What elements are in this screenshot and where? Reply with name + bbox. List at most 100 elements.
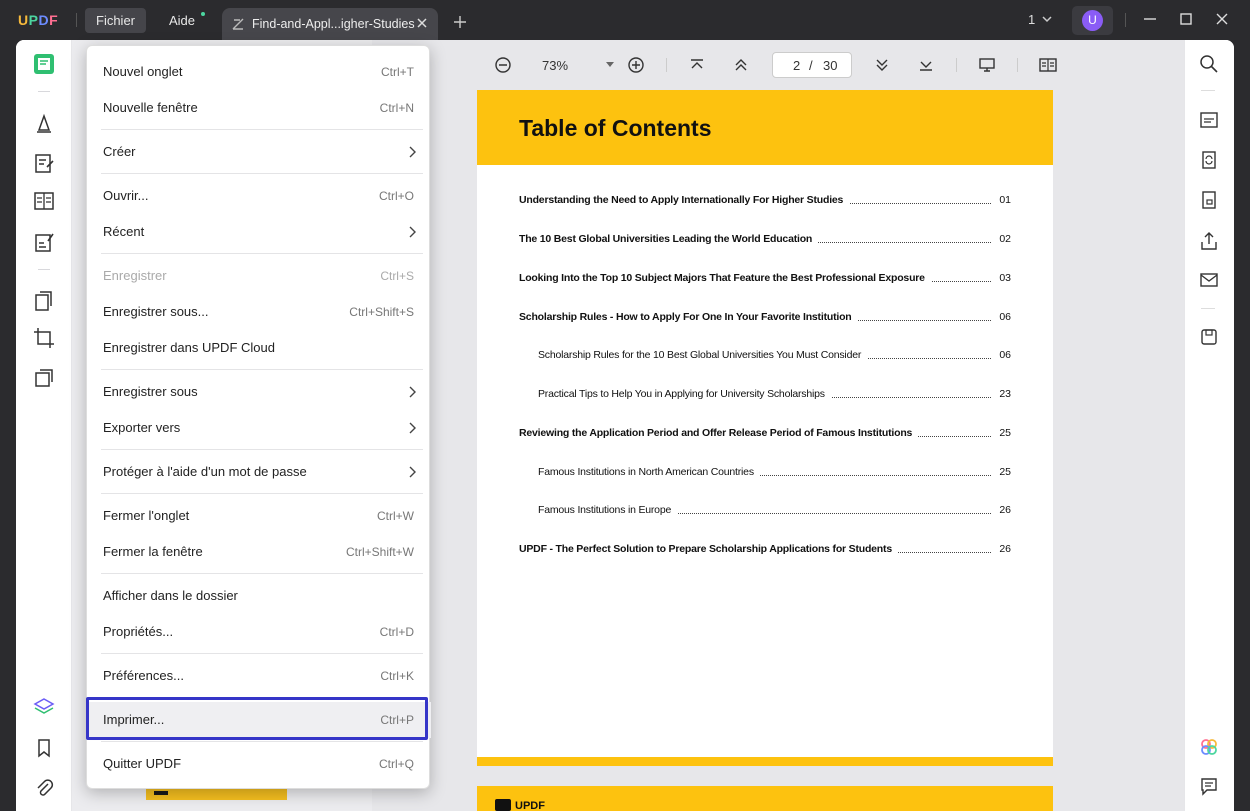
menu-item-quit[interactable]: Quitter UPDF Ctrl+Q: [87, 746, 431, 782]
previous-page-icon[interactable]: [732, 56, 750, 74]
menu-item-create[interactable]: Créer: [87, 134, 431, 170]
minimize-icon[interactable]: [1143, 12, 1157, 26]
close-icon[interactable]: [415, 16, 429, 30]
divider: [38, 269, 50, 270]
toc-subentry[interactable]: Famous Institutions in North American Co…: [538, 466, 1011, 480]
ocr-icon[interactable]: [1199, 110, 1219, 130]
divider: [38, 91, 50, 92]
page-separator: /: [809, 58, 813, 73]
chevron-right-icon: [409, 466, 416, 478]
menu-item-recent[interactable]: Récent: [87, 214, 431, 250]
toc-subentry[interactable]: Famous Institutions in Europe 26: [538, 504, 1011, 518]
document-area: 73% 2 / 30 Table of Contents Understandi…: [372, 40, 1184, 811]
page-footer-bar: [477, 757, 1053, 766]
menu-item-save-as-sub[interactable]: Enregistrer sous: [87, 374, 431, 410]
page-display-icon[interactable]: [1039, 56, 1057, 74]
pdf-page: Table of Contents Understanding the Need…: [477, 90, 1053, 766]
page-thumbnail[interactable]: [146, 788, 287, 800]
menu-aide[interactable]: Aide: [158, 8, 206, 33]
menu-item-open[interactable]: Ouvrir... Ctrl+O: [87, 178, 431, 214]
zoom-level[interactable]: 73%: [542, 58, 568, 73]
divider: [1017, 58, 1018, 72]
next-page-logo: UPDF: [495, 799, 545, 811]
menu-item-export[interactable]: Exporter vers: [87, 410, 431, 446]
menu-item-protect[interactable]: Protéger à l'aide d'un mot de passe: [87, 454, 431, 490]
layers-icon[interactable]: [33, 696, 55, 718]
divider: [101, 741, 423, 742]
menu-item-new-window[interactable]: Nouvelle fenêtre Ctrl+N: [87, 90, 431, 126]
divider: [956, 58, 957, 72]
search-icon[interactable]: [1199, 54, 1219, 74]
total-pages: 30: [823, 58, 838, 73]
zoom-in-icon[interactable]: [627, 56, 645, 74]
divider: [1201, 90, 1215, 91]
page-number-field[interactable]: 2 / 30: [772, 52, 852, 78]
page-layout-icon[interactable]: [33, 190, 55, 212]
organize-pages-icon[interactable]: [33, 290, 55, 312]
convert-icon[interactable]: [1199, 150, 1219, 170]
edit-pdf-icon[interactable]: [33, 152, 55, 174]
chevron-down-icon[interactable]: [1041, 13, 1053, 25]
share-icon[interactable]: [1199, 231, 1219, 251]
menu-item-save-to-cloud[interactable]: Enregistrer dans UPDF Cloud: [87, 330, 431, 366]
file-menu: Nouvel onglet Ctrl+T Nouvelle fenêtre Ctrl…: [86, 45, 431, 789]
menu-item-show-in-folder[interactable]: Afficher dans le dossier: [87, 578, 431, 614]
comment-icon[interactable]: [33, 112, 55, 134]
comments-panel-icon[interactable]: [1199, 776, 1219, 796]
divider: [1201, 308, 1215, 309]
zoom-dropdown-icon[interactable]: [606, 62, 614, 67]
protect-icon[interactable]: [1199, 190, 1219, 210]
reader-icon[interactable]: [33, 53, 55, 75]
batch-icon[interactable]: [33, 367, 55, 389]
toc-subentry[interactable]: Scholarship Rules for the 10 Best Global…: [538, 349, 1011, 363]
thumbnail-logo: [154, 791, 168, 795]
toc-entry[interactable]: Scholarship Rules - How to Apply For One…: [519, 311, 1011, 325]
account-button[interactable]: U: [1072, 6, 1113, 35]
toc-subentry[interactable]: Practical Tips to Help You in Applying f…: [538, 388, 1011, 402]
toc-entry[interactable]: UPDF - The Perfect Solution to Prepare S…: [519, 543, 1011, 557]
updf-logo: UPDF: [18, 12, 59, 28]
menu-fichier[interactable]: Fichier: [85, 8, 147, 33]
tab-title: Find-and-Appl...igher-Studies: [252, 17, 415, 31]
chevron-right-icon: [409, 146, 416, 158]
next-page-icon[interactable]: [873, 56, 891, 74]
plus-icon[interactable]: [452, 14, 468, 30]
toc-entry[interactable]: Looking Into the Top 10 Subject Majors T…: [519, 272, 1011, 286]
divider: [1125, 13, 1126, 27]
divider: [101, 653, 423, 654]
close-window-icon[interactable]: [1215, 12, 1229, 26]
menu-item-close-tab[interactable]: Fermer l'onglet Ctrl+W: [87, 498, 431, 534]
chevron-right-icon: [409, 422, 416, 434]
window-count: 1: [1028, 12, 1036, 27]
chevron-right-icon: [409, 386, 416, 398]
title-bar: UPDF Fichier Aide Find-and-Appl...igher-…: [0, 0, 1250, 40]
menu-item-new-tab[interactable]: Nouvel onglet Ctrl+T: [87, 54, 431, 90]
bookmark-icon[interactable]: [33, 737, 55, 759]
toc-entry[interactable]: Reviewing the Application Period and Off…: [519, 427, 1011, 441]
menu-item-properties[interactable]: Propriétés... Ctrl+D: [87, 614, 431, 650]
maximize-icon[interactable]: [1179, 12, 1193, 26]
menu-item-preferences[interactable]: Préférences... Ctrl+K: [87, 658, 431, 694]
last-page-icon[interactable]: [917, 56, 935, 74]
email-icon[interactable]: [1199, 270, 1219, 290]
right-toolbar: [1184, 40, 1234, 811]
avatar: U: [1082, 10, 1103, 31]
crop-icon[interactable]: [33, 327, 55, 349]
first-page-icon[interactable]: [688, 56, 706, 74]
chevron-right-icon: [409, 226, 416, 238]
toc-title: Table of Contents: [519, 115, 712, 141]
menu-item-close-window[interactable]: Fermer la fenêtre Ctrl+Shift+W: [87, 534, 431, 570]
document-tab[interactable]: Find-and-Appl...igher-Studies: [222, 8, 438, 40]
toc-entry[interactable]: Understanding the Need to Apply Internat…: [519, 194, 1011, 208]
menu-item-save: Enregistrer Ctrl+S: [103, 268, 414, 283]
menu-item-save-as[interactable]: Enregistrer sous... Ctrl+Shift+S: [87, 294, 431, 330]
save-icon[interactable]: [1199, 327, 1219, 347]
fill-sign-icon[interactable]: [33, 231, 55, 253]
zoom-out-icon[interactable]: [494, 56, 512, 74]
presentation-icon[interactable]: [978, 56, 996, 74]
toc-header: Table of Contents: [477, 90, 1053, 165]
toc-entry[interactable]: The 10 Best Global Universities Leading …: [519, 233, 1011, 247]
divider: [76, 13, 77, 27]
attachment-icon[interactable]: [33, 777, 55, 799]
ai-assistant-icon[interactable]: [1199, 737, 1219, 757]
